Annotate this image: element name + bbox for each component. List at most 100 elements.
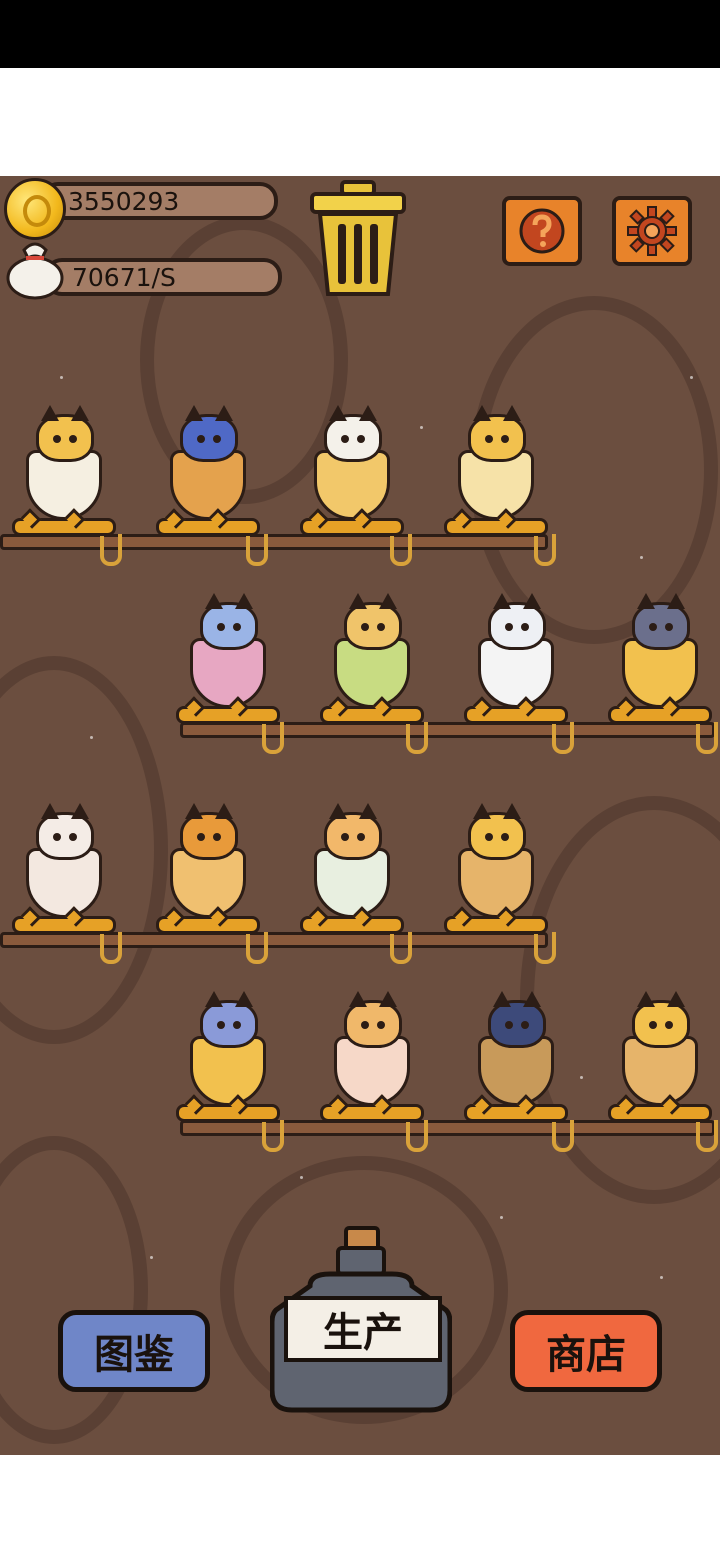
shelf-hook xyxy=(406,1120,428,1152)
shelf-3 xyxy=(0,932,548,948)
cat-head xyxy=(180,803,238,860)
shelf-hook xyxy=(100,534,122,566)
cat-eye xyxy=(501,435,509,443)
income-rate-value: 70671/S xyxy=(72,262,176,292)
shelf-hook xyxy=(696,722,718,754)
cat-eye xyxy=(213,435,221,443)
cat-stand xyxy=(300,518,404,536)
cat-eye xyxy=(197,833,205,841)
shelf-2 xyxy=(180,722,715,738)
speck xyxy=(500,1216,503,1219)
cat-stand xyxy=(464,1104,568,1122)
cat-eye xyxy=(521,623,529,631)
shelf-hook xyxy=(262,722,284,754)
coin-counter: 3550293 xyxy=(40,182,278,220)
cat-eye xyxy=(665,623,673,631)
cat-stand xyxy=(12,916,116,934)
cat-eye xyxy=(361,623,369,631)
shop-label: 商店 xyxy=(546,1332,626,1378)
cat-stand xyxy=(444,518,548,536)
cat-stand xyxy=(608,1104,712,1122)
cat-slot-cat-in-glass-red-hat[interactable] xyxy=(156,764,260,934)
cat-slot-cat-in-green-glass-sunflower[interactable] xyxy=(320,554,424,724)
cat-stand xyxy=(176,1104,280,1122)
cat-slot-cat-in-red-shirt-heart-2[interactable] xyxy=(608,952,712,1122)
cat-stand xyxy=(176,706,280,724)
cat-stand xyxy=(300,916,404,934)
cat-head xyxy=(324,803,382,860)
speck xyxy=(580,1076,583,1079)
cat-head xyxy=(180,405,238,462)
speck xyxy=(150,1256,153,1259)
cat-eye xyxy=(341,435,349,443)
cat-slot-cat-in-glass-llama[interactable] xyxy=(320,952,424,1122)
cat-eye xyxy=(213,833,221,841)
cat-eye xyxy=(377,1021,385,1029)
cat-slot-cat-in-soup-bowl-red-jacket[interactable] xyxy=(300,366,404,536)
cat-eye xyxy=(233,623,241,631)
speck xyxy=(690,376,693,379)
cat-stand xyxy=(320,1104,424,1122)
shop-button[interactable]: 商店 xyxy=(510,1310,662,1392)
cat-eye xyxy=(485,435,493,443)
cat-eye xyxy=(197,435,205,443)
speck xyxy=(90,736,93,739)
cat-eye xyxy=(505,1021,513,1029)
cat-slot-cat-in-coffee-cup-with-crown[interactable] xyxy=(12,366,116,536)
cat-head xyxy=(36,803,94,860)
codex-button[interactable]: 图鉴 xyxy=(58,1310,210,1392)
cat-head xyxy=(632,593,690,650)
cat-stand xyxy=(12,518,116,536)
cat-slot-cat-in-beer-mug-wizard-hat[interactable] xyxy=(176,952,280,1122)
cat-stand xyxy=(608,706,712,724)
cat-eye xyxy=(341,833,349,841)
cat-eye xyxy=(69,833,77,841)
cat-slot-cat-in-tea-mug-with-apple-hat[interactable] xyxy=(156,366,260,536)
income-rate: 70671/S xyxy=(44,258,282,296)
coin-amount: 3550293 xyxy=(68,186,180,216)
cat-head xyxy=(488,991,546,1048)
cat-eye xyxy=(69,435,77,443)
cat-slot-cat-in-teacup-blue-robe[interactable] xyxy=(300,764,404,934)
produce-button[interactable]: 生产 xyxy=(284,1296,442,1362)
cat-head xyxy=(324,405,382,462)
cat-slot-cat-in-bowl-blue-robe[interactable] xyxy=(464,554,568,724)
cat-slot-cat-in-red-shirt-heart[interactable] xyxy=(444,764,548,934)
shelf-hook xyxy=(262,1120,284,1152)
cat-head xyxy=(200,991,258,1048)
cat-head xyxy=(344,593,402,650)
settings-button[interactable] xyxy=(612,196,692,266)
shelf-hook xyxy=(552,1120,574,1152)
speck xyxy=(300,1176,303,1179)
shelf-hook xyxy=(406,722,428,754)
status-bar xyxy=(0,0,720,68)
help-button[interactable] xyxy=(502,196,582,266)
cat-head xyxy=(488,593,546,650)
cat-stand xyxy=(156,518,260,536)
cat-stand xyxy=(320,706,424,724)
cat-eye xyxy=(521,1021,529,1029)
money-bag-icon xyxy=(6,242,64,300)
cat-eye xyxy=(233,1021,241,1029)
cat-eye xyxy=(377,623,385,631)
codex-label: 图鉴 xyxy=(94,1332,174,1378)
top-gap xyxy=(0,68,720,176)
cat-slot-cat-in-goblet-with-sunglasses[interactable] xyxy=(444,366,548,536)
shelf-1 xyxy=(0,534,548,550)
cat-slot-cat-in-wine-glass-lion[interactable] xyxy=(176,554,280,724)
coin-icon xyxy=(4,178,66,240)
cat-eye xyxy=(649,623,657,631)
cat-eye xyxy=(53,435,61,443)
cat-eye xyxy=(217,623,225,631)
speck xyxy=(420,426,423,429)
game-area: 3550293 70671/S 图鉴 生产 商店 xyxy=(0,176,720,1455)
trash-can-icon[interactable] xyxy=(306,180,410,298)
shelf-hook xyxy=(696,1120,718,1152)
cat-slot-cats-in-beer-mug[interactable] xyxy=(608,554,712,724)
produce-label: 生产 xyxy=(323,1310,403,1356)
cat-slot-cat-in-glass-with-spoon[interactable] xyxy=(12,764,116,934)
cat-slot-cat-in-walnut-glass[interactable] xyxy=(464,952,568,1122)
cat-stand xyxy=(464,706,568,724)
shelf-4 xyxy=(180,1120,715,1136)
question-mark-icon xyxy=(519,208,565,254)
